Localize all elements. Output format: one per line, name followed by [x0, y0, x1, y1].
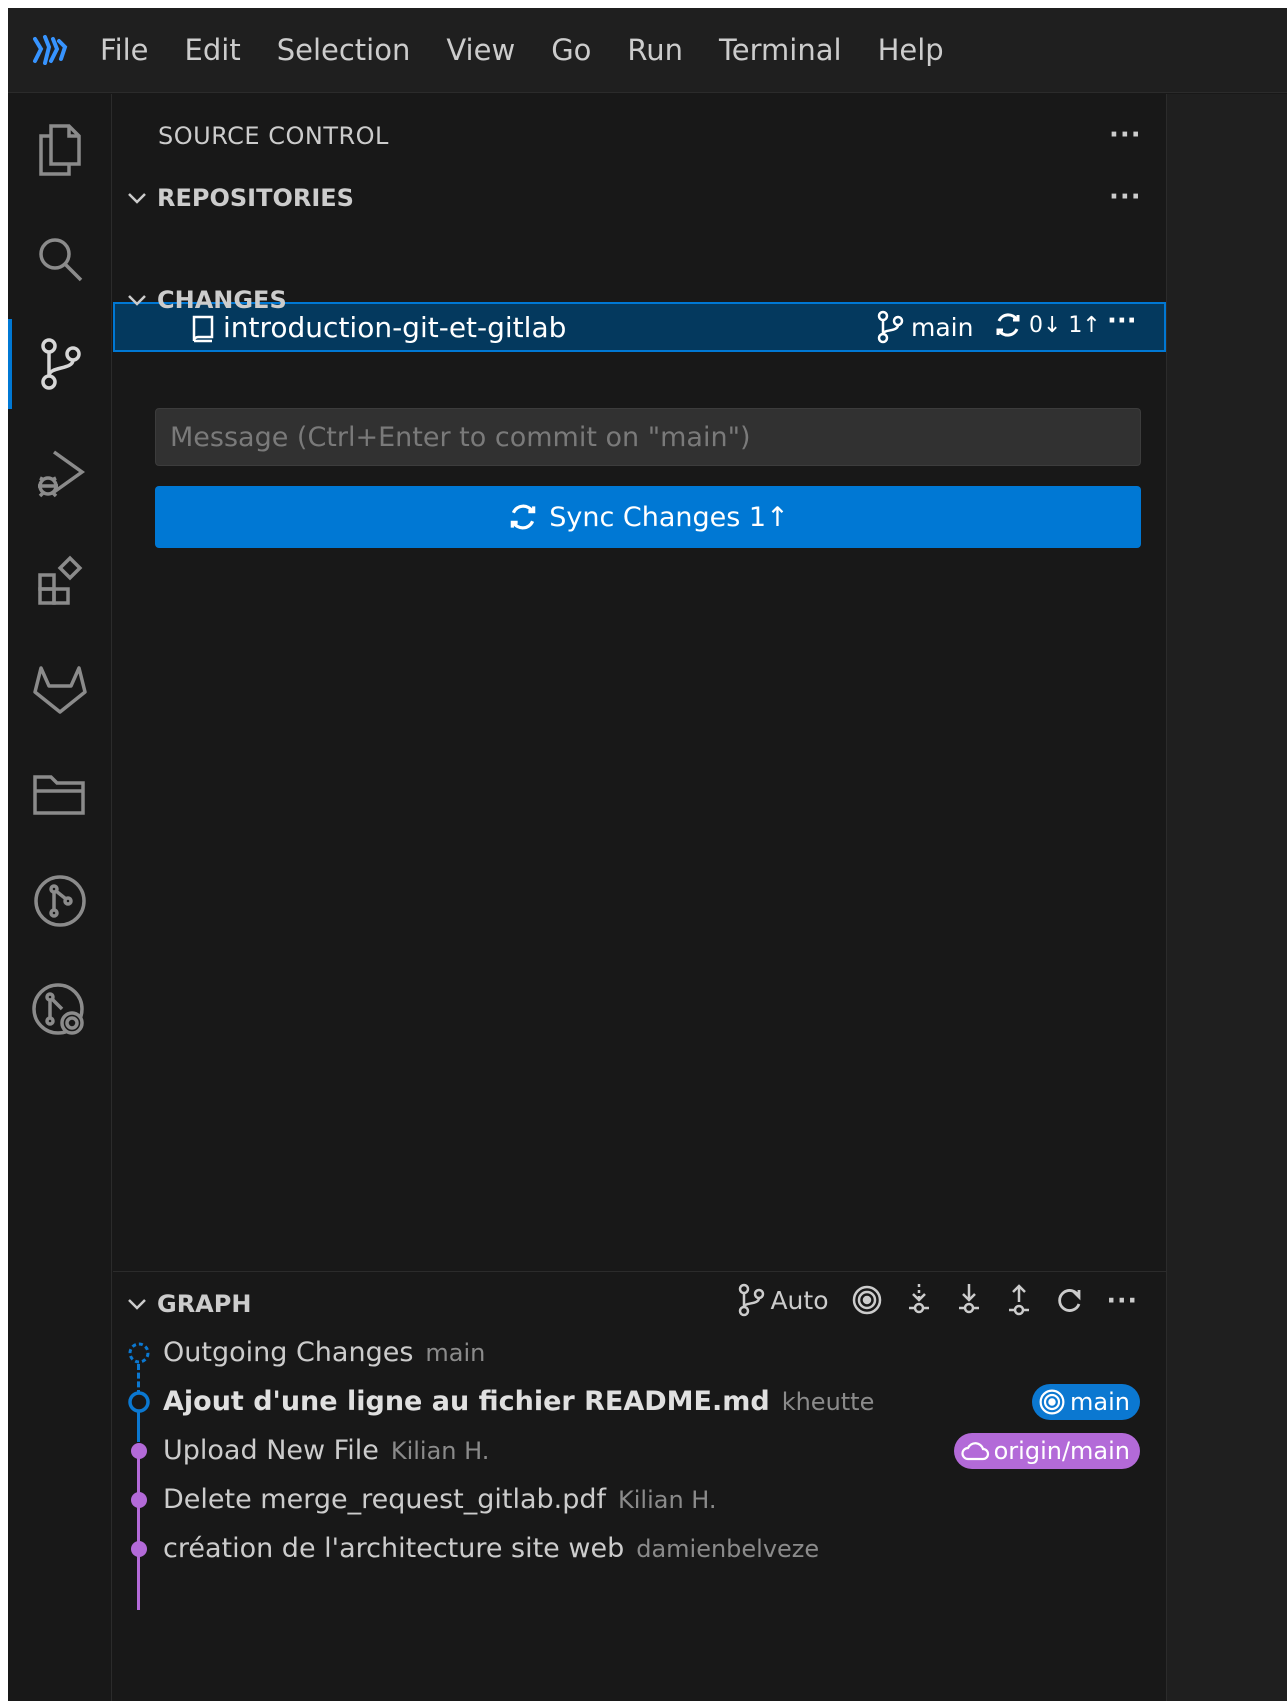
source-control-panel: SOURCE CONTROL ··· REPOSITORIES ··· intr… — [113, 94, 1166, 1701]
menu-view[interactable]: View — [428, 8, 533, 93]
branch-icon — [739, 1283, 765, 1317]
graph-branch-filter-button[interactable]: Auto — [736, 1283, 829, 1317]
folder-icon[interactable] — [8, 739, 112, 849]
activity-bar — [8, 94, 112, 1701]
commit-node-icon — [131, 1540, 147, 1557]
commit-message-input[interactable] — [155, 408, 1141, 466]
commit-title: Outgoing Changes — [163, 1337, 414, 1368]
vscode-window: File Edit Selection View Go Run Terminal… — [8, 8, 1287, 1701]
graph-row[interactable]: Ajout d'une ligne au fichier README.md kh… — [113, 1377, 1166, 1426]
panel-title: SOURCE CONTROL — [158, 122, 389, 150]
pull-icon[interactable] — [955, 1282, 983, 1318]
menu-run[interactable]: Run — [609, 8, 701, 93]
graph-auto-label: Auto — [770, 1285, 829, 1315]
extensions-icon[interactable] — [8, 526, 112, 636]
sync-icon — [510, 504, 536, 530]
editor-area — [1166, 94, 1287, 1701]
pull-requests-icon[interactable] — [8, 956, 112, 1066]
run-debug-icon[interactable] — [8, 419, 112, 529]
push-icon[interactable] — [1005, 1282, 1033, 1318]
sync-icon — [996, 313, 1020, 337]
git-graph-icon[interactable] — [8, 846, 112, 956]
menu-selection[interactable]: Selection — [259, 8, 429, 93]
commit-text: Delete merge_request_gitlab.pdf Kilian H. — [163, 1484, 717, 1515]
menu-help[interactable]: Help — [860, 8, 962, 93]
commit-author: main — [425, 1339, 486, 1367]
panel-more-button[interactable]: ··· — [1109, 120, 1142, 150]
changes-header-label: CHANGES — [157, 286, 287, 314]
graph-divider — [113, 1271, 1166, 1272]
source-control-icon[interactable] — [8, 309, 112, 419]
commit-author: Kilian H. — [390, 1437, 490, 1465]
graph-more-button[interactable]: ··· — [1107, 1286, 1139, 1315]
menu-terminal[interactable]: Terminal — [701, 8, 860, 93]
repository-more-button[interactable]: ··· — [1107, 306, 1137, 336]
graph-row[interactable]: Outgoing Changes main — [113, 1328, 1166, 1377]
title-bar: File Edit Selection View Go Run Terminal… — [8, 8, 1287, 93]
graph-toolbar: Auto ··· — [736, 1282, 1138, 1318]
branch-icon — [877, 310, 904, 344]
chevron-down-icon — [128, 193, 146, 204]
commit-author: kheutte — [781, 1388, 875, 1416]
graph-row[interactable]: Delete merge_request_gitlab.pdf Kilian H. — [113, 1475, 1166, 1524]
commit-title: Ajout d'une ligne au fichier README.md — [163, 1386, 770, 1417]
commit-text: Outgoing Changes main — [163, 1337, 485, 1368]
search-icon[interactable] — [8, 204, 112, 314]
gitlab-icon[interactable] — [8, 634, 112, 744]
local-branch-badge[interactable]: main — [1032, 1383, 1140, 1420]
commit-title: création de l'architecture site web — [163, 1533, 625, 1564]
sync-changes-button[interactable]: Sync Changes 1↑ — [155, 486, 1141, 548]
graph-row[interactable]: Upload New File Kilian H. origin/main — [113, 1426, 1166, 1475]
changes-section-header[interactable]: CHANGES — [125, 286, 287, 314]
remote-branch-badge[interactable]: origin/main — [953, 1432, 1140, 1469]
badge-label: origin/main — [993, 1436, 1130, 1465]
repositories-section-header[interactable]: REPOSITORIES — [125, 184, 354, 212]
commit-node-icon — [131, 1491, 147, 1508]
outgoing-node-icon — [128, 1342, 150, 1363]
commit-title: Upload New File — [163, 1435, 379, 1466]
graph-row[interactable]: création de l'architecture site web damie… — [113, 1524, 1166, 1573]
graph-header-label: GRAPH — [157, 1290, 252, 1318]
branch-button[interactable]: main — [875, 310, 973, 344]
commit-text: Upload New File Kilian H. — [163, 1435, 489, 1466]
menu-edit[interactable]: Edit — [167, 8, 259, 93]
repositories-header-label: REPOSITORIES — [157, 184, 354, 212]
repository-name: introduction-git-et-gitlab — [223, 310, 567, 344]
repo-icon — [192, 315, 214, 343]
explorer-icon[interactable] — [8, 94, 112, 204]
sync-counts: 0↓ 1↑ — [1029, 312, 1101, 338]
target-icon — [1039, 1389, 1065, 1414]
menu-go[interactable]: Go — [533, 8, 609, 93]
badge-label: main — [1070, 1387, 1130, 1416]
menu-bar: File Edit Selection View Go Run Terminal… — [90, 8, 962, 93]
chevron-down-icon — [128, 1299, 146, 1310]
sync-changes-label: Sync Changes 1↑ — [549, 501, 789, 533]
commit-text: création de l'architecture site web damie… — [163, 1533, 819, 1564]
refresh-icon[interactable] — [1055, 1285, 1085, 1315]
commit-author: Kilian H. — [618, 1486, 717, 1514]
graph-section-header[interactable]: GRAPH — [125, 1290, 251, 1318]
commit-title: Delete merge_request_gitlab.pdf — [163, 1484, 606, 1515]
sync-status-button[interactable]: 0↓ 1↑ — [993, 310, 1101, 340]
fetch-icon[interactable] — [905, 1282, 933, 1318]
cloud-icon — [961, 1441, 989, 1460]
commit-node-icon — [131, 1442, 147, 1459]
menu-file[interactable]: File — [90, 8, 167, 93]
commit-text: Ajout d'une ligne au fichier README.md kh… — [163, 1386, 874, 1417]
target-icon[interactable] — [851, 1284, 883, 1316]
chevron-down-icon — [128, 295, 146, 306]
repositories-more-button[interactable]: ··· — [1109, 182, 1142, 212]
branch-name: main — [911, 312, 974, 342]
app-logo-icon[interactable] — [8, 33, 90, 67]
commit-author: damienbelveze — [636, 1535, 820, 1563]
head-node-icon — [128, 1390, 150, 1413]
